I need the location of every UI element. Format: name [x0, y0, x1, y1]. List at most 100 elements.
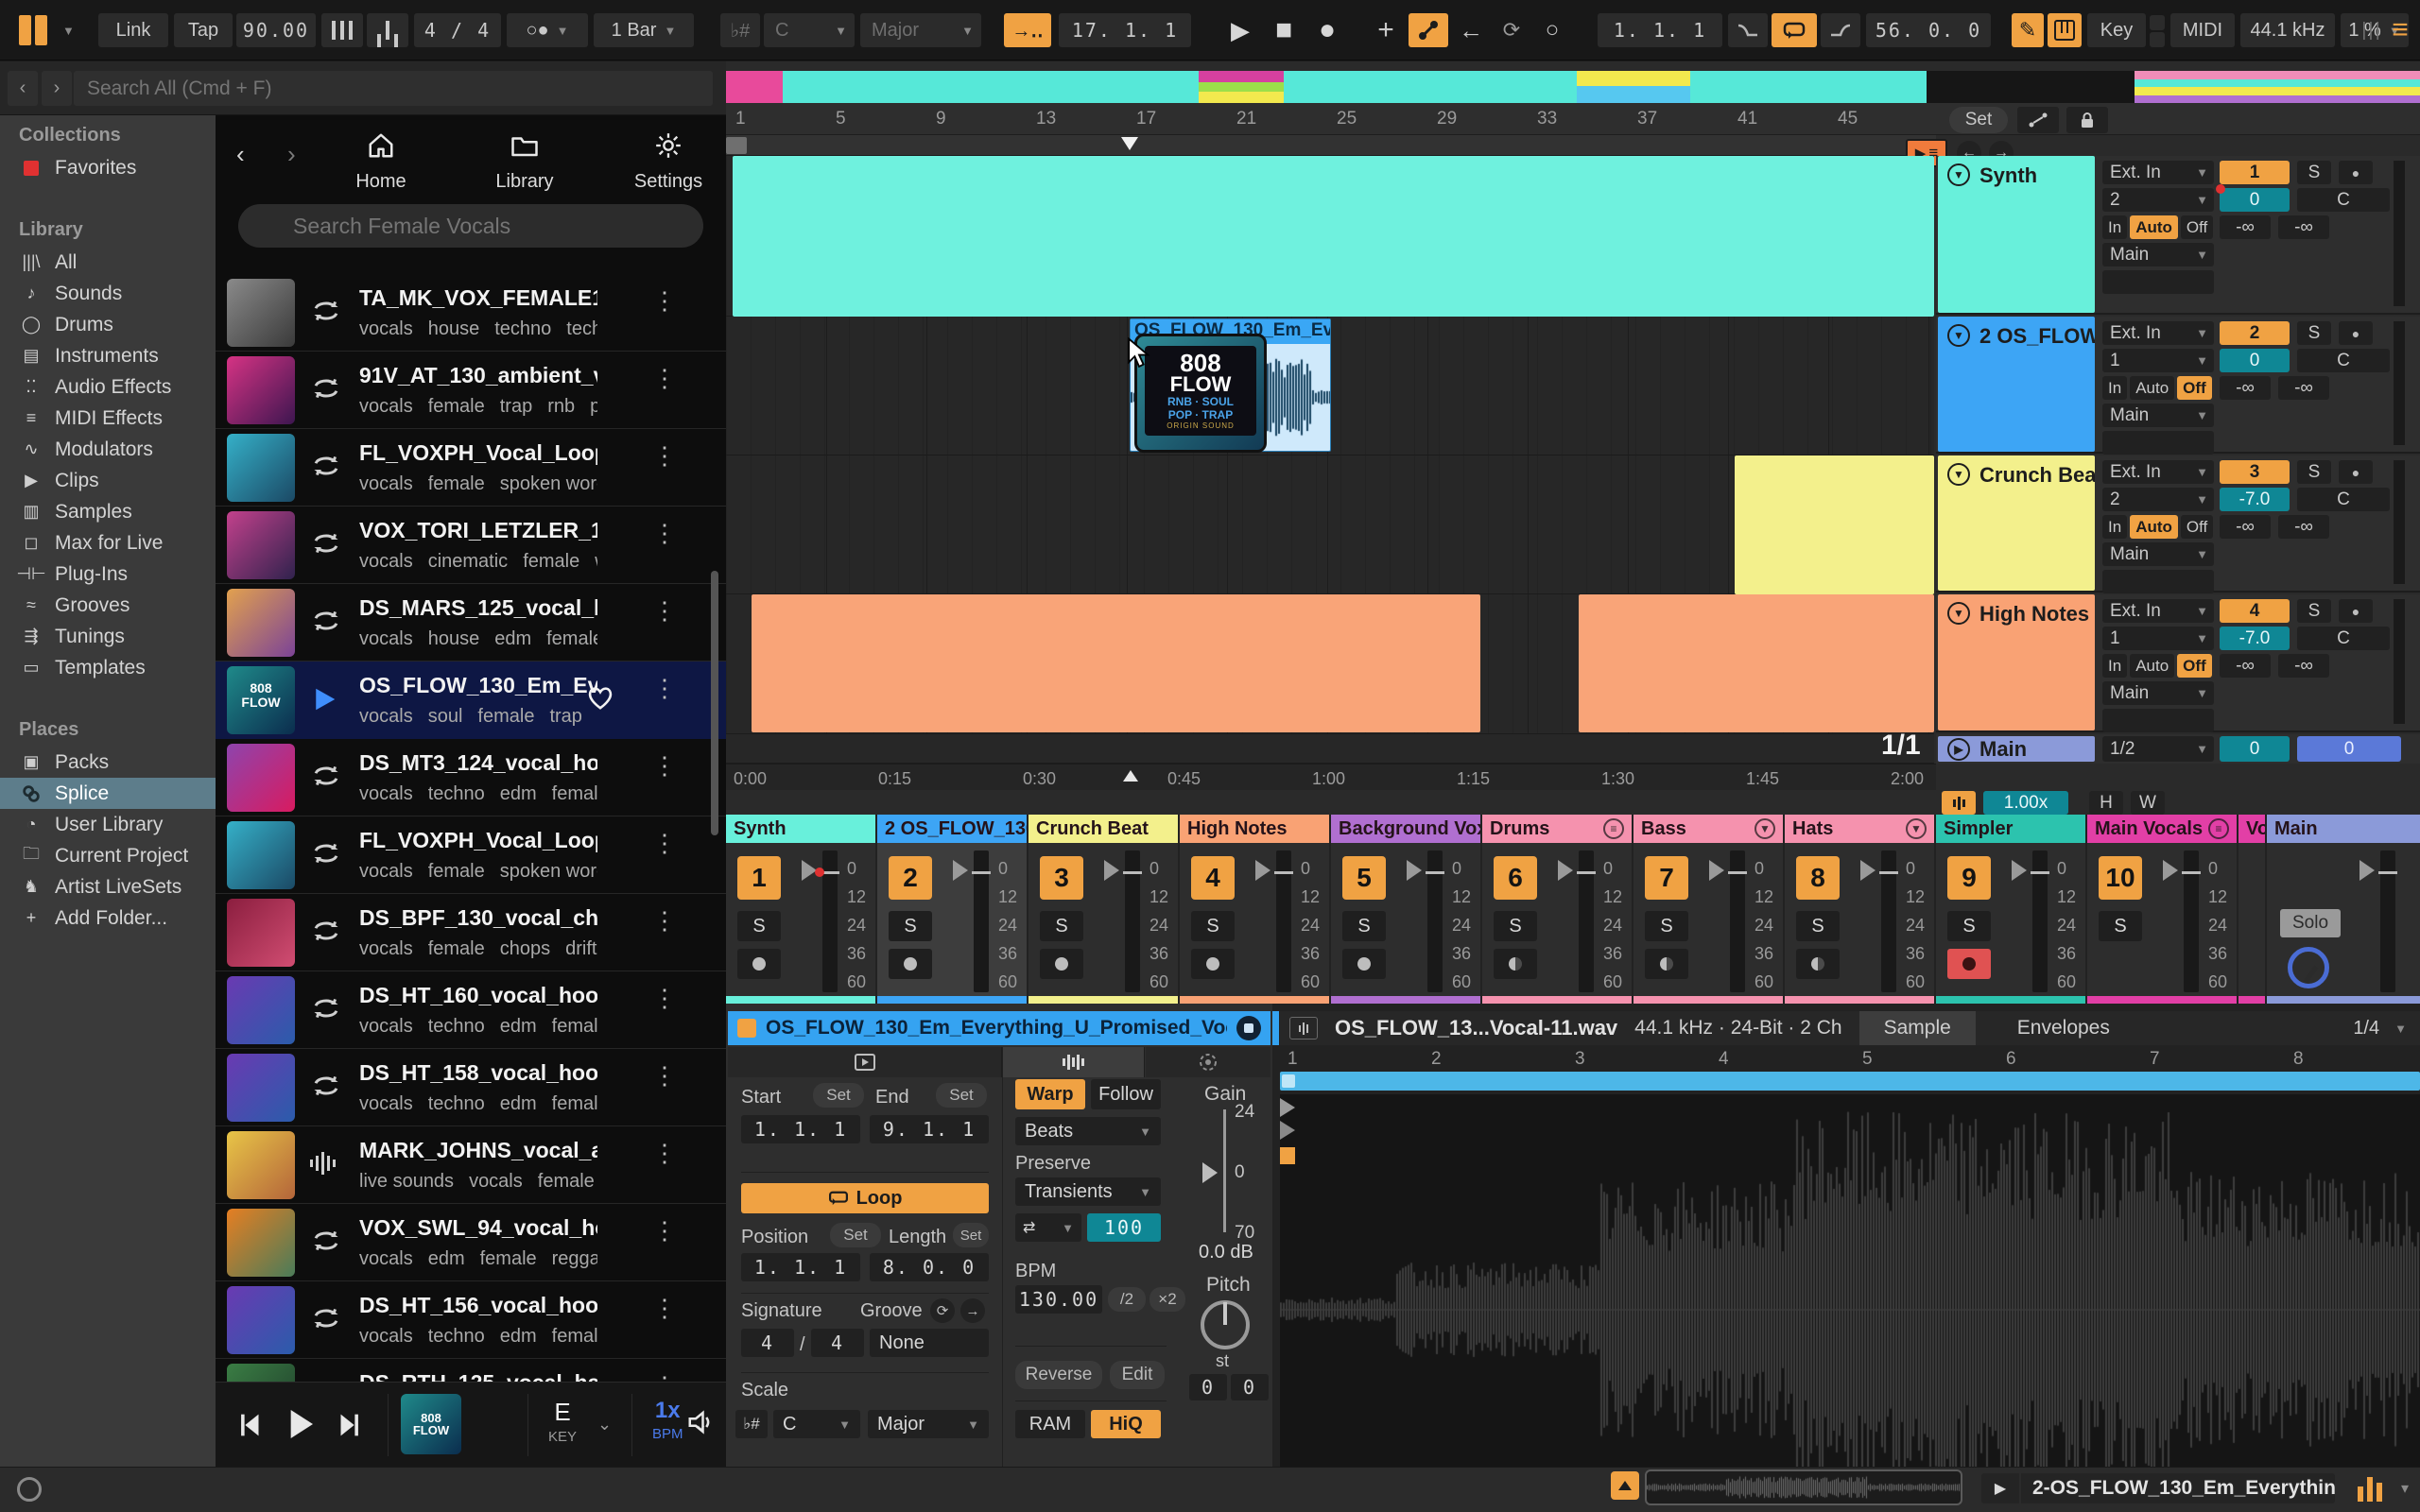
splice-list-item[interactable]: DS_BPF_130_vocal_chop_female_vocalsfemal…	[216, 894, 726, 971]
monitor-option-in[interactable]: In	[2102, 515, 2127, 539]
channel-activator[interactable]: 5	[1342, 856, 1386, 900]
favorite-heart-icon[interactable]	[586, 684, 614, 715]
scale-mode-selector[interactable]: Major▼	[868, 1410, 989, 1438]
splice-forward-button[interactable]: ›	[287, 140, 296, 169]
loop-switch-button[interactable]	[1772, 13, 1817, 47]
session-record-icon[interactable]: ○	[1535, 13, 1569, 47]
monitor-selector[interactable]: InAutoOff	[2102, 654, 2214, 678]
loop-size-mode-selector[interactable]: ⇄▼	[1015, 1213, 1081, 1242]
sidebar-item-instruments[interactable]: ▤Instruments	[0, 340, 216, 371]
loop-icon[interactable]	[310, 607, 344, 639]
pitch-cents-field[interactable]: 0	[1231, 1374, 1269, 1400]
more-options-icon[interactable]: ⋮	[652, 527, 667, 540]
sidebar-item-drums[interactable]: ◯Drums	[0, 309, 216, 340]
browser-search-input[interactable]	[74, 71, 713, 106]
channel-arm-button[interactable]	[737, 949, 781, 979]
metronome-icon[interactable]	[321, 13, 363, 47]
preview-tab-marker[interactable]	[1611, 1471, 1639, 1500]
arm-button[interactable]: ●	[2339, 599, 2373, 623]
sample-loop-brace[interactable]	[1280, 1072, 2420, 1091]
preserve-selector[interactable]: Transients▼	[1015, 1177, 1161, 1206]
gain-fader-track[interactable]	[1223, 1109, 1226, 1232]
splice-search-input[interactable]	[238, 204, 703, 248]
send-b-field[interactable]: -∞	[2278, 215, 2329, 239]
player-play-button[interactable]	[280, 1405, 318, 1443]
more-options-icon[interactable]: ⋮	[652, 372, 667, 385]
mixer-channel-background-vox[interactable]: Background Vox5S012243660	[1331, 815, 1480, 1004]
input-channel-selector[interactable]: 2▼	[2102, 488, 2214, 511]
input-type-selector[interactable]: Ext. In▼	[2102, 321, 2214, 345]
volume-field[interactable]: -7.0	[2220, 488, 2290, 511]
length-set-button[interactable]: Set	[953, 1223, 989, 1247]
channel-activator[interactable]: 6	[1494, 856, 1537, 900]
previous-track-button[interactable]	[234, 1409, 267, 1441]
link-button[interactable]: Link	[98, 13, 168, 47]
groove-selector[interactable]: None	[870, 1329, 989, 1357]
clip-save-button[interactable]	[1236, 1016, 1261, 1040]
loop-start-field[interactable]: 1. 1. 1	[1598, 13, 1722, 47]
send-b-field[interactable]: -∞	[2278, 654, 2329, 678]
edit-button[interactable]: Edit	[1110, 1361, 1165, 1389]
solo-button[interactable]: S	[2297, 460, 2331, 484]
output-selector[interactable]: Main▼	[2102, 542, 2214, 566]
sample-ruler[interactable]: 12345678	[1280, 1045, 2420, 1072]
preview-file-name[interactable]: 2-OS_FLOW_130_Em_Everything_U...	[2021, 1473, 2335, 1503]
player-key-selector[interactable]: E KEY	[548, 1398, 577, 1445]
loop-icon[interactable]	[310, 917, 344, 949]
groove-amount-selector[interactable]: ○●▼	[507, 13, 588, 47]
more-options-icon[interactable]: ⋮	[652, 450, 667, 462]
warp-follow-button[interactable]: Follow	[1091, 1079, 1161, 1109]
mixer-channel-main[interactable]: MainSolo	[2267, 815, 2420, 1004]
channel-fader[interactable]	[1579, 850, 1594, 992]
position-set-button[interactable]: Set	[830, 1223, 881, 1247]
capture-midi-icon[interactable]: ⟳	[1494, 13, 1530, 47]
channel-fader[interactable]	[1730, 850, 1745, 992]
channel-solo-button[interactable]: S	[1947, 911, 1991, 941]
pan-field[interactable]: C	[2297, 188, 2390, 212]
main-fader[interactable]	[2380, 850, 2395, 992]
reverse-button[interactable]: Reverse	[1015, 1361, 1102, 1389]
fold-track-icon[interactable]: ▼	[1947, 463, 1970, 486]
splice-list-item[interactable]: VOX_TORI_LETZLER_100_vocal_hvocalscinema…	[216, 507, 726, 584]
sidebar-item-max-for-live[interactable]: ◻Max for Live	[0, 527, 216, 558]
stop-button[interactable]: ■	[1265, 13, 1303, 47]
splice-list-item[interactable]: 91V_AT_130_ambient_vocal_duenvocalsfemal…	[216, 352, 726, 429]
key-scale-selector[interactable]: Major▼	[860, 13, 981, 47]
channel-arm-button[interactable]	[1796, 949, 1840, 979]
browser-forward-button[interactable]: ›	[42, 71, 72, 106]
splice-list-item[interactable]: DS_HT_156_vocal_hook_female_ravocalstech…	[216, 1281, 726, 1359]
splice-list-item[interactable]: DS_RTH_125_vocal_harmonies_fe⋮	[216, 1359, 726, 1382]
re-enable-automation-icon[interactable]: ←	[1454, 13, 1488, 47]
ram-button[interactable]: RAM	[1015, 1410, 1085, 1438]
channel-solo-button[interactable]: S	[737, 911, 781, 941]
send-a-field[interactable]: -∞	[2220, 376, 2271, 400]
freeze-icon[interactable]: ≡	[2208, 818, 2229, 839]
pan-field[interactable]: C	[2297, 349, 2390, 372]
channel-arm-button[interactable]	[1645, 949, 1688, 979]
status-circle-icon[interactable]	[17, 1477, 42, 1502]
splice-nav-settings[interactable]: Settings	[616, 132, 720, 193]
punch-out-button[interactable]	[1821, 13, 1860, 47]
sidebar-item-grooves[interactable]: ≈Grooves	[0, 590, 216, 621]
follow-button[interactable]: →‥	[1004, 13, 1051, 47]
punch-in-button[interactable]	[1728, 13, 1768, 47]
splice-list-scrollbar[interactable]	[711, 571, 718, 835]
sample-warp-marker[interactable]	[1280, 1147, 1295, 1164]
sample-waveform-area[interactable]	[1280, 1094, 2420, 1512]
input-channel-selector[interactable]: 1▼	[2102, 627, 2214, 650]
clip-title-bar[interactable]: OS_FLOW_130_Em_Everything_U_Promised_Voc…	[728, 1011, 1270, 1045]
splice-list-item[interactable]: DS_MT3_124_vocal_hook_female_vocalstechn…	[216, 739, 726, 816]
gain-fader-handle[interactable]	[1202, 1162, 1218, 1183]
tab-envelopes[interactable]	[1146, 1047, 1270, 1077]
seg-bpm-field[interactable]: 130.00	[1015, 1285, 1102, 1314]
scale-flat-button[interactable]: ♭#	[735, 1410, 768, 1438]
sidebar-item-templates[interactable]: ▭Templates	[0, 652, 216, 683]
splice-list-item[interactable]: FL_VOXPH_Vocal_Loop_Voicemaivocalsfemale…	[216, 816, 726, 894]
more-options-icon[interactable]: ⋮	[652, 837, 667, 850]
output-selector[interactable]: Main▼	[2102, 681, 2214, 705]
loop-icon[interactable]	[310, 1304, 344, 1336]
channel-arm-button[interactable]	[1191, 949, 1235, 979]
quantize-selector[interactable]: 1 Bar▼	[594, 13, 694, 47]
sidebar-item-artist-livesets[interactable]: ♞Artist LiveSets	[0, 871, 216, 902]
more-options-icon[interactable]: ⋮	[652, 605, 667, 617]
